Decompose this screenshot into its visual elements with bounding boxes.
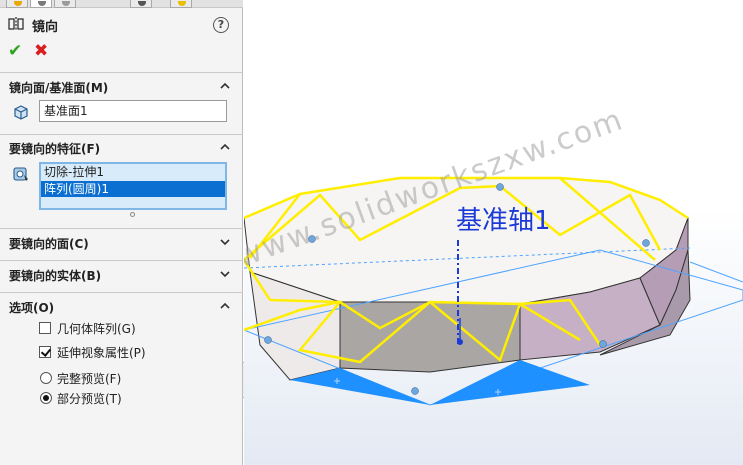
chevron-up-icon[interactable] bbox=[220, 82, 230, 92]
mirror-plane-section-header[interactable]: 镜向面/基准面(M) bbox=[9, 79, 108, 96]
list-item-circular-pattern[interactable]: 阵列(圆周)1 bbox=[41, 181, 225, 197]
partial-preview-label: 部分预览(T) bbox=[57, 392, 122, 406]
full-preview-label: 完整预览(F) bbox=[57, 372, 122, 386]
plane-edge-right bbox=[689, 261, 743, 283]
tab-property-manager[interactable] bbox=[30, 0, 52, 8]
geometry-pattern-label: 几何体阵列(G) bbox=[57, 322, 136, 336]
plane-cube-icon bbox=[14, 105, 28, 120]
manager-tab-strip bbox=[0, 0, 243, 8]
chevron-down-icon[interactable] bbox=[220, 270, 230, 280]
chevron-up-icon[interactable] bbox=[220, 143, 230, 153]
list-item-cut-extrude[interactable]: 切除-拉伸1 bbox=[41, 164, 225, 180]
options-section-header[interactable]: 选项(O) bbox=[9, 299, 54, 316]
section-divider bbox=[0, 228, 243, 229]
help-icon[interactable]: ? bbox=[213, 17, 229, 33]
feature-title-row: 镜向 ? bbox=[0, 12, 243, 38]
ok-checkmark-icon[interactable]: ✔ bbox=[8, 43, 22, 60]
tab-display-manager[interactable] bbox=[170, 0, 192, 8]
propagate-visual-checkbox[interactable] bbox=[39, 346, 51, 358]
section-divider bbox=[0, 134, 243, 135]
section-divider bbox=[0, 260, 243, 261]
list-resize-grip[interactable] bbox=[130, 212, 135, 217]
features-select-icon bbox=[13, 167, 28, 181]
tab-feature-manager[interactable] bbox=[6, 0, 28, 8]
features-to-mirror-section-header[interactable]: 要镜向的特征(F) bbox=[9, 140, 100, 157]
cancel-x-icon[interactable]: ✖ bbox=[34, 43, 48, 60]
mirror-plane-field[interactable]: 基准面1 bbox=[39, 100, 227, 122]
features-to-mirror-list[interactable]: 切除-拉伸1 阵列(圆周)1 bbox=[39, 162, 227, 210]
section-divider bbox=[0, 72, 243, 73]
graphics-viewport[interactable]: www.solidworkszxw.com 基准轴1 bbox=[244, 0, 743, 465]
feature-title: 镜向 bbox=[32, 20, 59, 35]
property-manager-panel: 镜向 ? ✔ ✖ 镜向面/基准面(M) 基准面1 要镜向的特征(F) 切除-拉伸… bbox=[0, 0, 243, 465]
bodies-to-mirror-section-header[interactable]: 要镜向的实体(B) bbox=[9, 267, 101, 284]
propagate-visual-label: 延伸视象属性(P) bbox=[57, 346, 146, 360]
full-preview-radio[interactable] bbox=[40, 372, 52, 384]
chevron-up-icon[interactable] bbox=[220, 302, 230, 312]
geometry-pattern-checkbox[interactable] bbox=[39, 322, 51, 334]
faces-to-mirror-section-header[interactable]: 要镜向的面(C) bbox=[9, 235, 89, 252]
tab-configuration-manager[interactable] bbox=[54, 0, 76, 8]
tab-dimxpert-manager[interactable] bbox=[130, 0, 152, 8]
mirror-feature-icon bbox=[8, 17, 24, 31]
section-divider bbox=[0, 292, 243, 293]
partial-preview-radio[interactable] bbox=[40, 392, 52, 404]
chevron-down-icon[interactable] bbox=[220, 238, 230, 248]
datum-axis-label[interactable]: 基准轴1 bbox=[456, 200, 551, 237]
part-side-face-front bbox=[339, 301, 521, 373]
